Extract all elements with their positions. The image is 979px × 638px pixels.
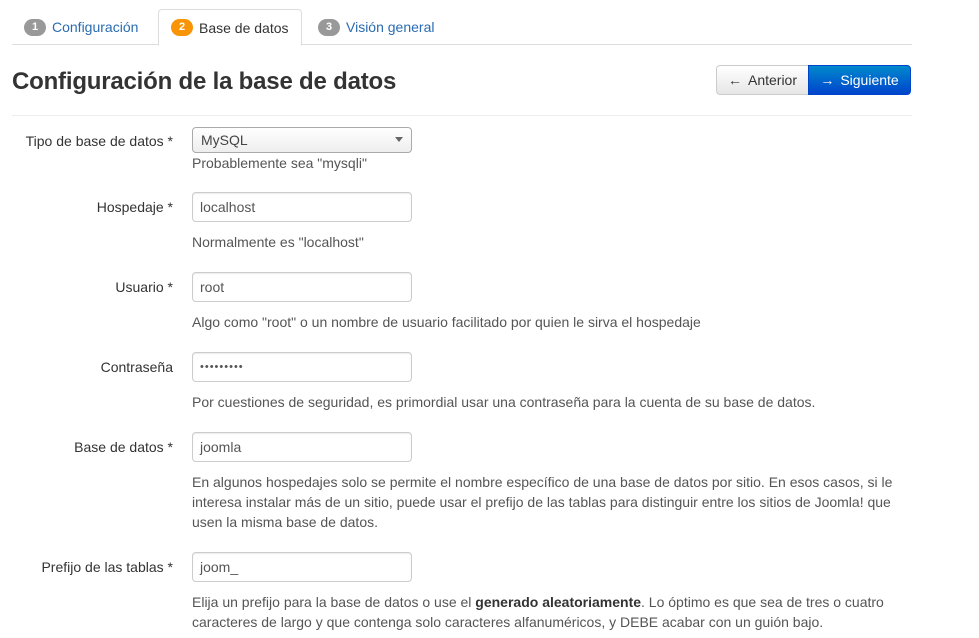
header-divider — [12, 115, 912, 116]
db-name-help: En algunos hospedajes solo se permite el… — [192, 474, 893, 530]
db-type-selected-value: MySQL — [201, 132, 248, 148]
password-label: Contraseña — [100, 359, 173, 375]
chevron-down-icon — [395, 137, 403, 142]
prefix-help: Elija un prefijo para la base de datos o… — [192, 592, 912, 632]
user-input[interactable]: root — [192, 272, 412, 302]
arrow-right-icon: → — [820, 72, 835, 88]
password-help: Por cuestiones de seguridad, es primordi… — [192, 394, 816, 410]
arrow-left-icon: ← — [727, 72, 742, 88]
step-number-badge: 1 — [24, 18, 46, 36]
tab-label: Base de datos — [199, 19, 289, 36]
user-help: Algo como "root" o un nombre de usuario … — [192, 314, 701, 330]
host-input[interactable]: localhost — [192, 192, 412, 222]
navigation-buttons: ← Anterior → Siguiente — [716, 65, 911, 95]
prefix-help-bold: generado aleatoriamente — [475, 594, 642, 610]
page-title: Configuración de la base de datos — [12, 68, 397, 95]
password-input[interactable]: ••••••••• — [192, 352, 412, 382]
tab-base-de-datos[interactable]: 2 Base de datos — [158, 9, 302, 46]
prefix-label: Prefijo de las tablas * — [41, 559, 173, 575]
db-name-label: Base de datos * — [74, 439, 173, 455]
previous-button[interactable]: ← Anterior — [716, 65, 809, 95]
tab-label: Visión general — [346, 19, 435, 35]
db-type-label: Tipo de base de datos * — [25, 133, 173, 149]
step-number-badge: 2 — [171, 19, 193, 36]
db-type-help: Probablemente sea "mysqli" — [192, 155, 367, 171]
next-button[interactable]: → Siguiente — [808, 65, 911, 95]
tab-vision-general[interactable]: 3 Visión general — [306, 9, 446, 45]
tab-configuracion[interactable]: 1 Configuración — [12, 9, 150, 45]
step-tabs: 1 Configuración 2 Base de datos 3 Visión… — [12, 9, 912, 46]
db-type-select[interactable]: MySQL — [192, 127, 412, 153]
db-name-input[interactable]: joomla — [192, 432, 412, 462]
prefix-input[interactable]: joom_ — [192, 552, 412, 582]
user-label: Usuario * — [115, 279, 173, 295]
step-number-badge: 3 — [318, 18, 340, 36]
prefix-help-text: Elija un prefijo para la base de datos o… — [192, 594, 476, 610]
host-label: Hospedaje * — [96, 199, 173, 215]
host-help: Normalmente es "localhost" — [192, 234, 364, 250]
next-button-label: Siguiente — [840, 72, 899, 88]
tab-label: Configuración — [52, 19, 139, 35]
previous-button-label: Anterior — [747, 72, 798, 88]
